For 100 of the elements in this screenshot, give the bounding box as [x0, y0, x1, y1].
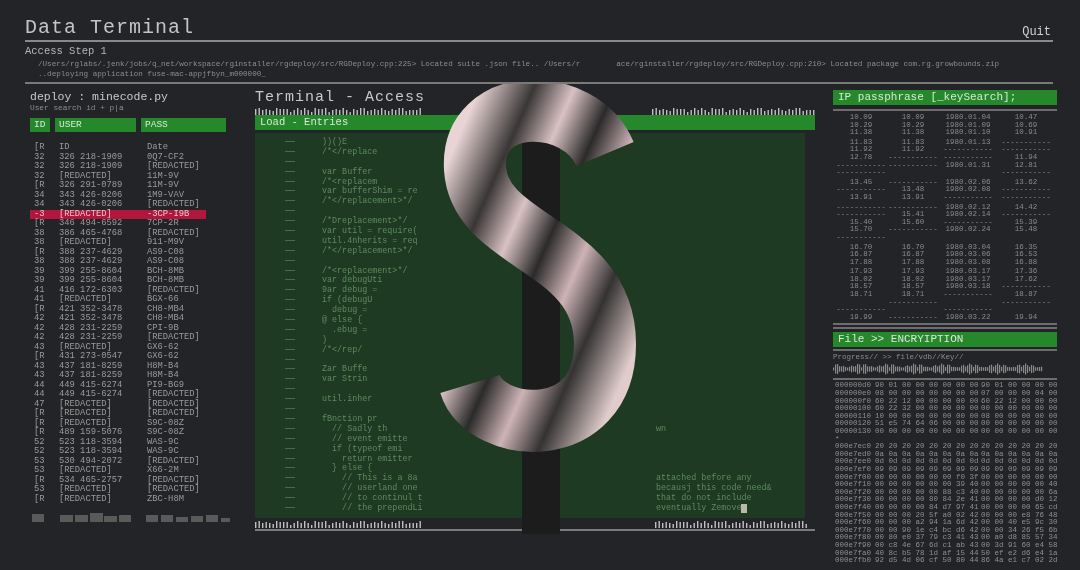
line-marker: ——: [285, 197, 297, 208]
section-bar: File >> ENCRYIPTION: [833, 332, 1057, 348]
line-marker: ——: [285, 424, 297, 435]
table-row[interactable]: [R 326 291-0789 11M-9V: [30, 181, 206, 191]
table-row[interactable]: 38 [REDACTED] 911-M9V: [30, 238, 206, 248]
table-row[interactable]: 34 343 426-0206 1M9-VAV: [30, 190, 206, 200]
column-header: PASS: [141, 118, 226, 132]
line-marker: ——: [285, 286, 297, 297]
table-row[interactable]: 38 386 465-4768 [REDACTED]: [30, 228, 206, 238]
code-text: that do not include: [656, 494, 753, 504]
code-text: // Sadly th: [331, 424, 389, 434]
line-marker: ——: [285, 276, 297, 287]
highlighted-row[interactable]: -3 [REDACTED] -3CP-I9B: [30, 209, 206, 219]
table-row[interactable]: 52 523 118-3594 WAS-9C: [30, 437, 206, 447]
code-text: .ebug =: [331, 325, 369, 336]
code-text: 9ar debug =: [322, 286, 378, 296]
code-text: @ else {: [322, 316, 364, 326]
line-marker: ——: [285, 325, 297, 336]
table-row[interactable]: 41 [REDACTED] BGX-66: [30, 295, 206, 305]
table-row[interactable]: 42 428 231-2259 CPI-9B: [30, 323, 206, 333]
line-marker: ——: [285, 266, 297, 277]
table-row[interactable]: [R 489 159-5076 S9C-08Z: [30, 428, 206, 438]
table-row[interactable]: [R 388 237-4629 AS9-C08: [30, 247, 206, 257]
code-text: /*</rep/: [322, 345, 364, 356]
table-row[interactable]: 38 388 237-4629 AS9-C08: [30, 257, 206, 267]
table-row[interactable]: 32 326 218-1909 0Q7-CF2: [30, 152, 206, 162]
code-text: /*</replacement>*/: [322, 197, 414, 208]
table-row[interactable]: 53 [REDACTED] [REDACTED]: [30, 485, 206, 495]
line-marker: ——: [285, 484, 297, 495]
section-bar: IP passphrase [_keySearch];: [833, 90, 1057, 105]
line-marker: ——: [285, 306, 297, 317]
line-marker: ——: [285, 167, 297, 178]
code-text: // the prependLi: [341, 503, 424, 514]
table-row[interactable]: [R [REDACTED] S9C-08Z: [30, 418, 206, 428]
code-text: var debugUti: [322, 276, 383, 286]
table-row[interactable]: 43 [REDACTED] GX6-62: [30, 342, 206, 352]
code-text: eventually Zemove: [656, 503, 805, 514]
line-marker: ——: [285, 296, 297, 307]
code-text: return emitter: [341, 454, 414, 464]
column-header: ID: [30, 118, 50, 132]
table-row[interactable]: [R [REDACTED] [REDACTED]: [30, 409, 206, 419]
code-text: var Buffer: [322, 167, 374, 177]
line-marker: ——: [285, 345, 297, 356]
code-text: if (typeof emi: [331, 444, 404, 454]
line-marker: ——: [285, 464, 297, 475]
code-text: // event emitte: [331, 434, 409, 444]
line-marker: ——: [285, 207, 297, 218]
table-row[interactable]: 32 326 218-1909 [REDACTED]: [30, 162, 206, 172]
table-row[interactable]: 39 399 255-8604 BCH-8MB: [30, 266, 206, 276]
table-row[interactable]: 42 421 352-3478 CH8-MB4: [30, 314, 206, 324]
table-row[interactable]: 53 [REDACTED] X66-2M: [30, 466, 206, 476]
terminal-title: Terminal - Access: [255, 90, 427, 106]
table-row[interactable]: 52 523 118-3594 WAS-9C: [30, 447, 206, 457]
code-text: ): [322, 335, 329, 345]
code-text: /*<replacem: [322, 177, 378, 187]
line-marker: ——: [285, 177, 297, 188]
line-marker: ——: [285, 147, 297, 158]
line-marker: ——: [285, 236, 297, 247]
table-row[interactable]: [R 421 352-3478 CH8-MB4: [30, 304, 206, 314]
table-row[interactable]: [R ID Date: [30, 143, 206, 153]
table-row[interactable]: 43 437 181-8259 H8M-B4: [30, 361, 206, 371]
code-text: } else {: [331, 464, 373, 474]
table-row[interactable]: 41 416 172-6303 [REDACTED]: [30, 285, 206, 295]
table-row[interactable]: 43 437 181-8259 H8M-B4: [30, 371, 206, 381]
line-marker: ——: [285, 217, 297, 228]
table-row[interactable]: [R [REDACTED] ZBC-H8M: [30, 494, 206, 504]
table-row[interactable]: 47 [REDACTED] [REDACTED]: [30, 399, 206, 409]
code-text: Zar Buffe: [322, 365, 369, 375]
line-marker: ——: [285, 414, 297, 425]
table-row[interactable]: 42 428 231-2259 [REDACTED]: [30, 333, 206, 343]
table-row[interactable]: 53 530 494-2072 [REDACTED]: [30, 456, 206, 466]
code-text: var bufferShim = re: [322, 187, 419, 197]
code-text: // userland one: [341, 484, 419, 494]
table-row[interactable]: 39 399 255-8604 BCH-8MB: [30, 276, 206, 286]
line-marker: ——: [285, 157, 297, 168]
quit-link[interactable]: Quit: [1022, 25, 1051, 39]
table-row[interactable]: 34 343 426-0206 [REDACTED]: [30, 200, 206, 210]
line-marker: ——: [285, 375, 297, 386]
code-text: debug =: [331, 306, 369, 316]
line-marker: ——: [285, 246, 297, 257]
code-text: /*</replacement>*/: [322, 246, 414, 257]
table-row[interactable]: 44 449 415-6274 [REDACTED]: [30, 390, 206, 400]
line-marker: ——: [285, 395, 297, 406]
code-text: /*Dreplacement>*/: [322, 217, 408, 227]
line-marker: ——: [285, 434, 297, 445]
code-text: ))()E: [322, 138, 349, 147]
line-marker: ——: [285, 187, 297, 198]
step-label: Access Step 1: [25, 45, 108, 57]
line-marker: ——: [285, 227, 297, 237]
app-title: Data Terminal: [25, 16, 195, 39]
table-row[interactable]: [R 431 273-0547 GX6-62: [30, 352, 206, 362]
table-row[interactable]: 32 [REDACTED] 11M-9V: [30, 171, 206, 181]
code-text: wn: [656, 424, 668, 435]
code-text: becausj this code need&: [656, 484, 773, 494]
code-text: fBnction pr: [322, 414, 379, 424]
line-marker: ——: [285, 316, 297, 326]
table-row[interactable]: 44 449 415-6274 PI9-BG9: [30, 380, 206, 390]
table-row[interactable]: [R 534 465-2757 [REDACTED]: [30, 475, 206, 485]
code-text: util.4nherits = req: [322, 236, 419, 246]
table-row[interactable]: [R 346 494-6592 7CP-2R: [30, 219, 206, 229]
